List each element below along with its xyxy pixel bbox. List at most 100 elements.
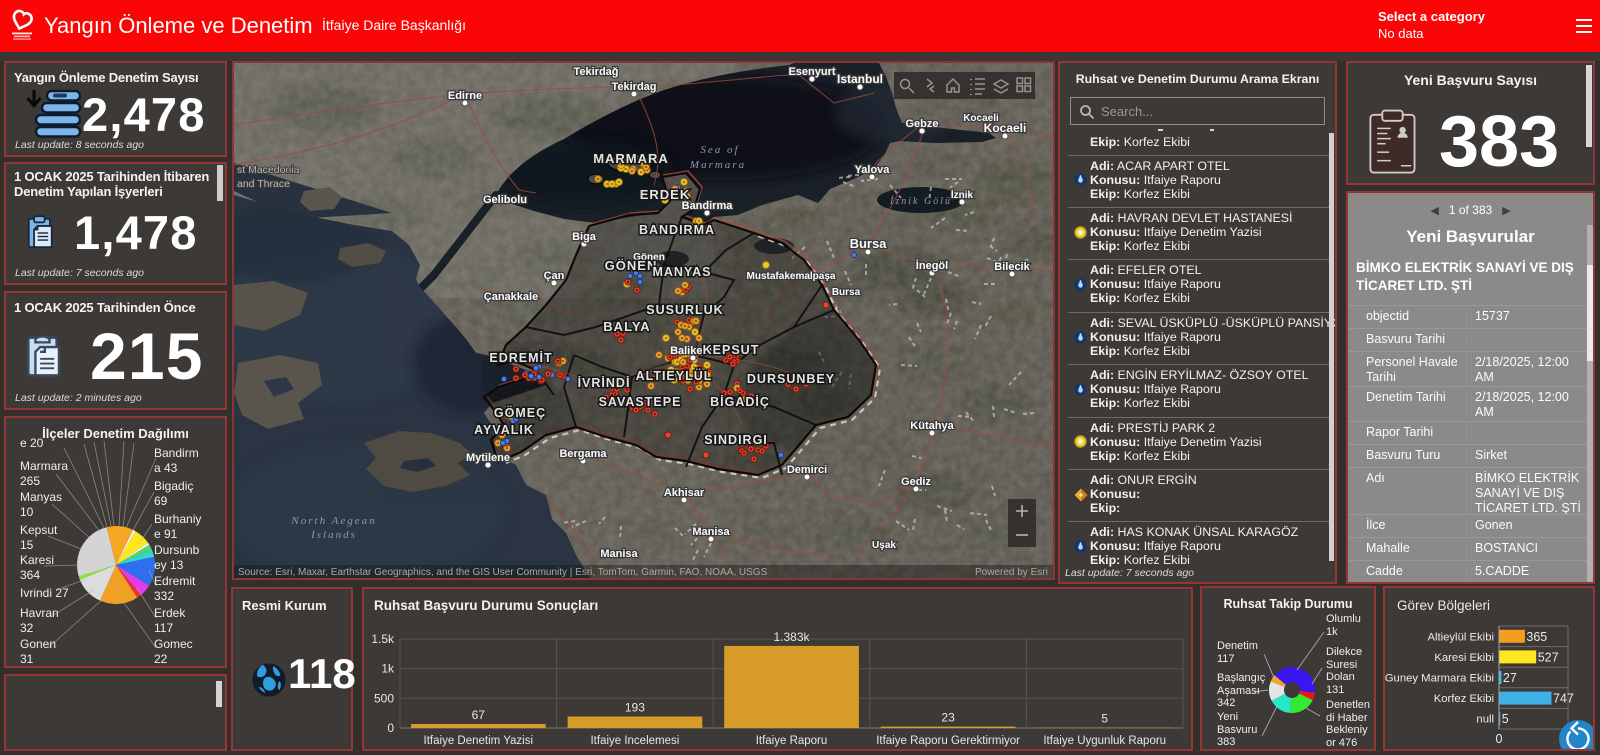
svg-text:0: 0 [387,721,394,735]
svg-text:Karesi Ekibi: Karesi Ekibi [1434,652,1494,664]
svg-text:BİGADİÇ: BİGADİÇ [710,394,770,409]
svg-text:North Aegean: North Aegean [290,515,376,527]
svg-text:Bursa: Bursa [832,287,861,298]
svg-text:Bandirm: Bandirm [154,446,199,460]
svg-text:Çanakkale: Çanakkale [484,291,538,303]
svg-text:GÖMEÇ: GÖMEÇ [494,405,546,420]
svg-text:527: 527 [1538,650,1559,664]
svg-text:MANYAS: MANYAS [652,265,711,279]
svg-text:1.383k: 1.383k [773,630,810,644]
svg-text:10: 10 [20,505,34,519]
svg-text:Itfaiye Uygunluk Raporu: Itfaiye Uygunluk Raporu [1043,735,1166,747]
svg-text:365: 365 [1526,630,1547,644]
svg-text:e 20: e 20 [20,436,44,450]
svg-text:32: 32 [20,621,34,635]
svg-text:Erdek: Erdek [154,606,186,620]
svg-text:0: 0 [1496,732,1503,746]
svg-text:Yeni: Yeni [1217,711,1238,723]
svg-text:5: 5 [1502,712,1509,726]
svg-text:23: 23 [941,711,955,725]
svg-text:Yalova: Yalova [855,164,891,176]
svg-text:ey 13: ey 13 [154,558,184,572]
svg-text:Sea of: Sea of [700,144,739,156]
svg-text:22: 22 [154,652,168,666]
svg-text:69: 69 [154,494,168,508]
svg-text:117: 117 [154,621,173,635]
svg-text:Kepsut: Kepsut [20,523,58,537]
svg-text:Çan: Çan [544,270,565,282]
svg-text:İznik: İznik [951,188,974,201]
svg-text:SUSURLUK: SUSURLUK [646,303,723,317]
svg-text:SAVASTEPE: SAVASTEPE [599,395,682,409]
svg-text:Basvuru: Basvuru [1217,724,1257,736]
svg-text:Bekleniy: Bekleniy [1326,724,1368,736]
svg-text:st Macedonia: st Macedonia [237,164,300,176]
svg-text:null: null [1476,714,1494,726]
svg-text:Manyas: Manyas [20,490,62,504]
svg-text:Guney Marmara Ekibi: Guney Marmara Ekibi [1385,673,1494,685]
svg-text:SINDIRGI: SINDIRGI [704,433,768,447]
svg-text:193: 193 [625,701,645,715]
svg-text:Denetlen: Denetlen [1326,699,1370,711]
svg-text:Karesi: Karesi [20,553,54,567]
svg-text:364: 364 [20,568,40,582]
svg-text:Demirci: Demirci [787,464,827,476]
svg-text:İznik Gölü: İznik Gölü [889,195,952,207]
svg-text:Denetim: Denetim [1217,640,1258,652]
svg-text:Esenyurt: Esenyurt [788,66,835,78]
svg-text:Bergama: Bergama [559,448,607,460]
svg-text:15: 15 [20,538,34,552]
svg-text:383: 383 [1217,736,1235,748]
svg-text:ALTIEYLÜL: ALTIEYLÜL [636,368,713,383]
svg-text:Mytilene: Mytilene [466,452,510,464]
svg-text:Tekirdağ: Tekirdağ [573,66,618,78]
svg-text:265: 265 [20,474,40,488]
svg-text:1k: 1k [1326,626,1338,638]
svg-text:Gomec: Gomec [154,637,193,651]
svg-text:KEPSUT: KEPSUT [703,343,760,357]
svg-text:500: 500 [374,691,394,705]
svg-text:117: 117 [1217,653,1235,665]
svg-text:BANDIRMA: BANDIRMA [639,223,715,237]
svg-text:1k: 1k [381,662,395,676]
svg-text:MARMARA: MARMARA [593,151,669,166]
svg-text:Kocaeli: Kocaeli [984,121,1027,135]
svg-text:Başlangıç: Başlangıç [1217,672,1266,684]
svg-text:Marmara: Marmara [689,159,746,171]
svg-text:Ivrindi 27: Ivrindi 27 [20,586,69,600]
svg-text:747: 747 [1553,692,1574,706]
svg-text:Edremit: Edremit [154,574,196,588]
svg-text:Havran: Havran [20,606,59,620]
svg-text:67: 67 [472,708,486,722]
svg-text:Tekirdag: Tekirdag [611,81,656,93]
svg-text:Dursunb: Dursunb [154,543,200,557]
svg-text:Altieylül Ekibi: Altieylül Ekibi [1427,631,1494,643]
svg-text:Itfaiye Raporu: Itfaiye Raporu [756,735,828,747]
svg-text:EDREMİT: EDREMİT [489,350,552,365]
svg-text:Gonen: Gonen [20,637,56,651]
svg-text:İnegöl: İnegöl [916,259,948,272]
svg-text:BALYA: BALYA [603,319,650,334]
svg-text:Itfaiye Raporu Gerektirmiyor: Itfaiye Raporu Gerektirmiyor [876,735,1020,747]
svg-text:ERDEK: ERDEK [640,187,691,202]
svg-text:and Thrace: and Thrace [237,178,290,190]
svg-text:Olumlu: Olumlu [1326,613,1361,625]
svg-text:Source: Esri, Maxar, Earthstar: Source: Esri, Maxar, Earthstar Geographi… [238,567,768,578]
svg-text:332: 332 [154,589,174,603]
svg-text:Aşaması: Aşaması [1217,685,1260,697]
svg-text:31: 31 [20,652,34,666]
svg-text:Kütahya: Kütahya [910,420,954,432]
svg-text:Manisa: Manisa [692,526,730,538]
svg-text:Bursa: Bursa [850,236,888,251]
svg-text:1.5k: 1.5k [371,632,395,646]
svg-text:342: 342 [1217,697,1235,709]
svg-text:Bilecik: Bilecik [994,261,1030,273]
svg-text:131: 131 [1326,684,1344,696]
svg-text:DURSUNBEY: DURSUNBEY [747,372,835,386]
svg-text:Powered by Esri: Powered by Esri [975,567,1048,578]
svg-text:Edirne: Edirne [448,90,482,102]
svg-text:Istanbul: Istanbul [837,72,883,86]
svg-text:Dolan: Dolan [1326,671,1355,683]
svg-text:İVRİNDİ: İVRİNDİ [578,375,631,390]
svg-text:Dilekce: Dilekce [1326,646,1362,658]
